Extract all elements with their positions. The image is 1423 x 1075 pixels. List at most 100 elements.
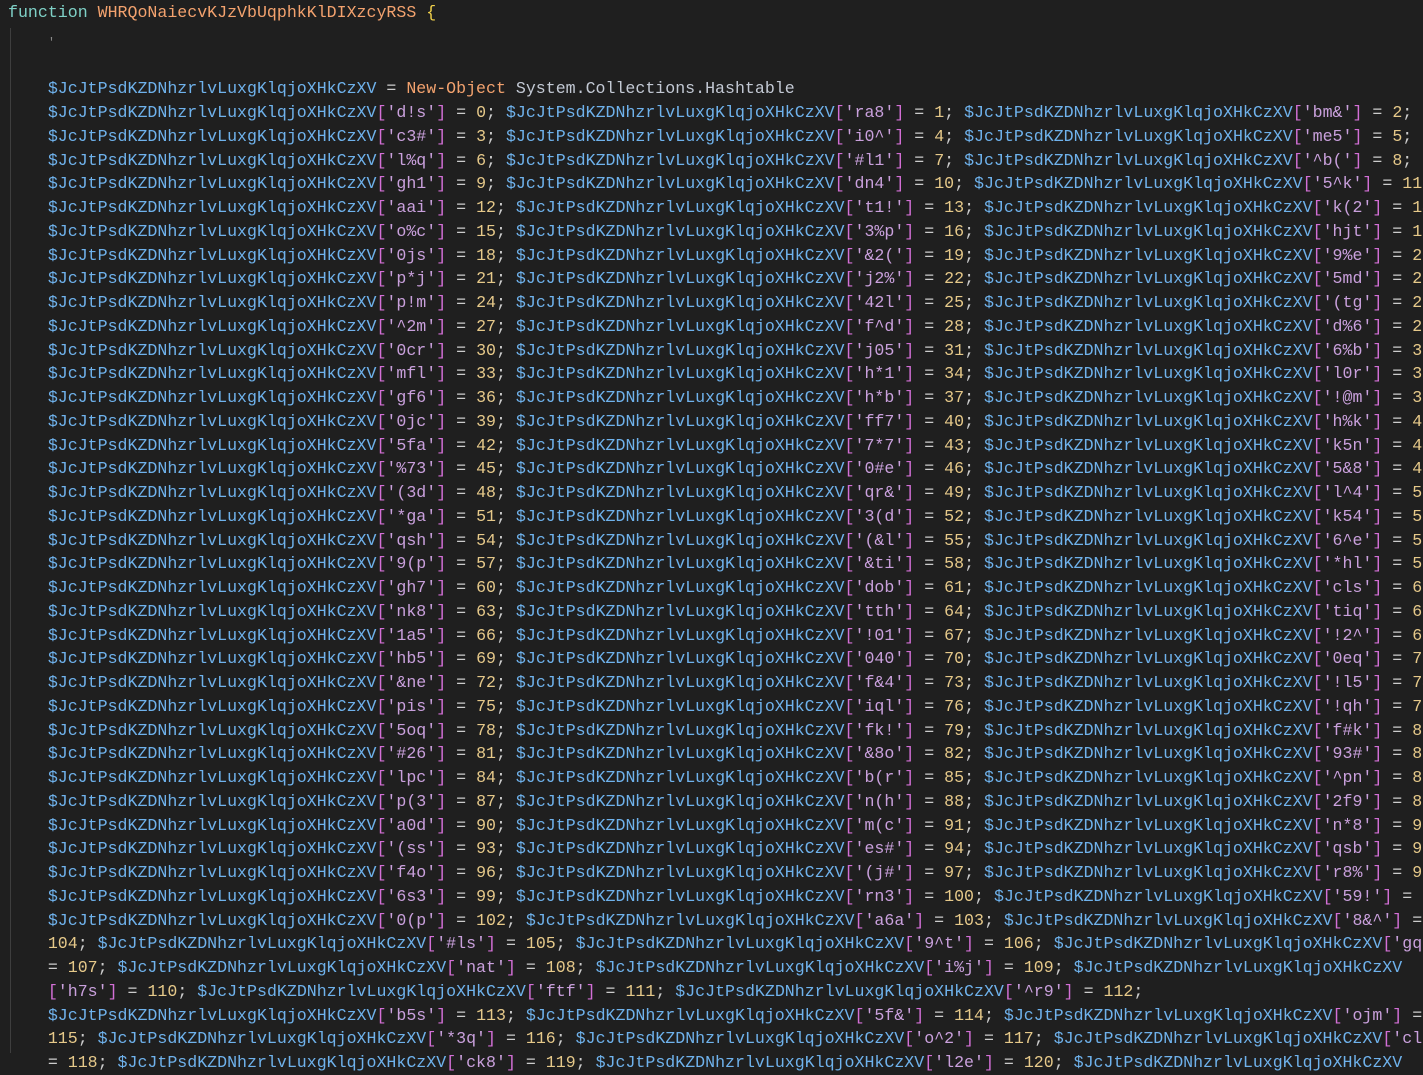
code-token: 'a0d' — [386, 815, 437, 835]
code-token: = — [446, 293, 477, 312]
code-token: 45 — [476, 459, 496, 479]
code-token: 30 — [476, 340, 496, 360]
code-token: 65 — [1412, 601, 1423, 621]
code-line: $JcJtPsdKZDNhzrlvLuxgKlqjoXHkCzXV['&ne']… — [8, 671, 1423, 695]
code-token: '^2m' — [386, 316, 437, 336]
code-token: = — [914, 245, 945, 265]
code-token: [ — [426, 934, 437, 954]
code-token: 93 — [476, 839, 496, 859]
code-token: [ — [844, 245, 855, 265]
code-token: ] — [904, 316, 915, 336]
code-token: [ — [376, 839, 387, 859]
code-token: 103 — [954, 910, 984, 930]
code-token: ] — [904, 720, 915, 740]
code-token: ; — [555, 1029, 576, 1049]
code-token: [ — [844, 435, 855, 455]
code-token: [ — [1312, 506, 1323, 526]
code-token: ; — [505, 910, 526, 930]
code-token: ] — [1372, 269, 1383, 289]
code-token: ] — [904, 554, 915, 574]
code-token: 'ojm' — [1342, 1005, 1393, 1025]
code-token: ; — [495, 720, 516, 740]
code-token: 70 — [944, 649, 965, 669]
code-token: [ — [834, 103, 845, 122]
code-token: $JcJtPsdKZDNhzrlvLuxgKlqjoXHkCzXV — [983, 554, 1313, 574]
code-token: $JcJtPsdKZDNhzrlvLuxgKlqjoXHkCzXV — [964, 103, 1293, 122]
code-token: 'd%6' — [1322, 316, 1373, 336]
code-token: 80 — [1412, 720, 1423, 740]
code-token: '59!' — [1332, 886, 1383, 906]
code-token: ] — [436, 198, 447, 217]
code-token: $JcJtPsdKZDNhzrlvLuxgKlqjoXHkCzXV — [983, 839, 1313, 859]
code-token: = — [914, 625, 945, 645]
code-token: ; — [964, 269, 984, 289]
code-token: ] — [436, 340, 447, 360]
code-token: 'j05' — [854, 340, 905, 360]
code-token: 78 — [476, 720, 496, 740]
code-token: $JcJtPsdKZDNhzrlvLuxgKlqjoXHkCzXV — [515, 459, 845, 479]
code-token: ; — [555, 934, 576, 954]
code-token: [ — [376, 483, 387, 502]
code-token: 'gh7' — [386, 578, 437, 597]
code-token: 68 — [1412, 625, 1423, 645]
code-token: ] — [1372, 578, 1383, 597]
code-token: ] — [436, 103, 447, 122]
code-token: ; — [77, 1029, 98, 1049]
code-token: $JcJtPsdKZDNhzrlvLuxgKlqjoXHkCzXV — [983, 649, 1313, 669]
code-line: $JcJtPsdKZDNhzrlvLuxgKlqjoXHkCzXV['o%c']… — [8, 220, 1423, 244]
code-token: ; — [495, 815, 516, 835]
code-token: $JcJtPsdKZDNhzrlvLuxgKlqjoXHkCzXV — [964, 126, 1293, 146]
code-token: ] — [436, 530, 447, 550]
code-token: [ — [1312, 839, 1323, 859]
code-token: ] — [1362, 174, 1373, 194]
code-token: '%73' — [386, 459, 437, 479]
code-token: ] — [436, 910, 447, 930]
code-token: = — [914, 886, 945, 906]
code-token: ] — [1352, 103, 1363, 122]
code-token: 3 — [476, 126, 487, 146]
code-token: 'b(r' — [854, 768, 905, 787]
code-token: [ — [844, 768, 855, 787]
code-token: 'n(h' — [854, 791, 905, 811]
code-token: ; — [944, 150, 965, 170]
code-token: $JcJtPsdKZDNhzrlvLuxgKlqjoXHkCzXV — [47, 221, 377, 241]
code-token: '2f9' — [1322, 791, 1373, 811]
code-token: 'iql' — [854, 696, 905, 716]
code-token: 'tth' — [854, 601, 905, 621]
code-line: $JcJtPsdKZDNhzrlvLuxgKlqjoXHkCzXV['pis']… — [8, 695, 1423, 719]
code-token: 'ff7' — [854, 411, 905, 431]
code-token: $JcJtPsdKZDNhzrlvLuxgKlqjoXHkCzXV — [515, 720, 845, 740]
code-token: $JcJtPsdKZDNhzrlvLuxgKlqjoXHkCzXV — [47, 198, 377, 217]
code-token: ] — [436, 744, 447, 764]
code-token: '5fa' — [386, 435, 437, 455]
code-token: 13 — [944, 198, 965, 217]
code-token: ; — [495, 863, 516, 882]
code-token: ] — [983, 958, 994, 977]
code-token: = — [1382, 364, 1413, 384]
code-token: [ — [1302, 174, 1313, 194]
code-token: '&ne' — [386, 673, 437, 692]
code-token: $JcJtPsdKZDNhzrlvLuxgKlqjoXHkCzXV — [515, 340, 845, 360]
code-token: 'n*8' — [1322, 815, 1373, 835]
code-token: ] — [436, 174, 447, 194]
code-token: ; — [964, 863, 984, 882]
code-token: ] — [1372, 815, 1383, 835]
code-token: 96 — [476, 863, 496, 882]
code-editor[interactable]: function WHRQoNaiecvKJzVbUqphkKlDIXzcyRS… — [8, 3, 1423, 1075]
code-token: $JcJtPsdKZDNhzrlvLuxgKlqjoXHkCzXV — [47, 791, 377, 811]
code-token: ] — [436, 673, 447, 692]
code-token: = — [1402, 910, 1423, 930]
code-token: $JcJtPsdKZDNhzrlvLuxgKlqjoXHkCzXV — [117, 1053, 447, 1072]
code-token: ; — [495, 839, 516, 859]
code-token: 49 — [944, 483, 965, 502]
code-token: $JcJtPsdKZDNhzrlvLuxgKlqjoXHkCzXV — [983, 340, 1313, 360]
code-token: $JcJtPsdKZDNhzrlvLuxgKlqjoXHkCzXV — [964, 150, 1293, 170]
code-token: $JcJtPsdKZDNhzrlvLuxgKlqjoXHkCzXV — [47, 578, 377, 597]
code-token: 44 — [1412, 435, 1423, 455]
code-token: ] — [436, 839, 447, 859]
code-token: 104 — [47, 934, 78, 954]
code-token: 'c3#' — [386, 126, 437, 146]
code-token: 98 — [1412, 863, 1423, 882]
code-token: = — [47, 1053, 68, 1072]
code-token: [ — [376, 554, 387, 574]
